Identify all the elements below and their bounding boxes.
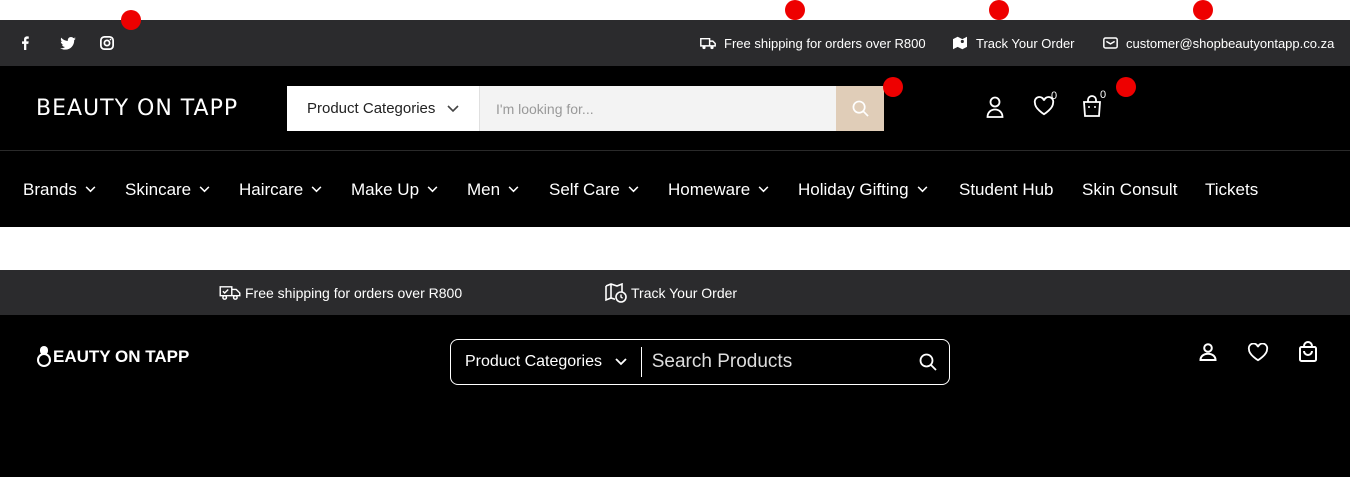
mail-icon: [1103, 37, 1118, 49]
main-header-secondary: EAUTY ON TAPP Product Categories: [0, 315, 1350, 477]
marker-dot: [785, 0, 805, 20]
delivery-truck-icon: [219, 285, 241, 301]
account-button-secondary[interactable]: [1199, 343, 1217, 361]
heart-icon: [1247, 343, 1269, 362]
user-icon: [986, 96, 1004, 118]
track-order-link[interactable]: Track Your Order: [952, 20, 1075, 66]
chevron-down-icon: [311, 186, 322, 193]
main-navigation: Brands Skincare Haircare Make Up Men Sel…: [0, 150, 1350, 227]
chevron-down-icon: [628, 186, 639, 193]
nav-label: Men: [467, 179, 501, 199]
chevron-down-icon: [85, 186, 96, 193]
nav-item-haircare[interactable]: Haircare: [239, 151, 322, 228]
chevron-down-icon: [758, 186, 769, 193]
marker-dot: [989, 0, 1009, 20]
search-button-secondary[interactable]: [907, 342, 949, 382]
twitter-icon[interactable]: [60, 36, 76, 50]
nav-item-make-up[interactable]: Make Up: [351, 151, 438, 228]
logo-text: BEAUTY ON TAPP: [36, 96, 239, 121]
marker-dot: [883, 77, 903, 97]
logo-text-secondary: EAUTY ON TAPP: [53, 347, 190, 366]
facebook-icon[interactable]: [20, 36, 34, 50]
nav-item-men[interactable]: Men: [467, 151, 519, 228]
search-button[interactable]: [836, 86, 884, 131]
search-icon: [852, 100, 869, 117]
map-icon: [952, 36, 968, 50]
category-select[interactable]: Product Categories: [287, 86, 480, 131]
marker-dot: [121, 10, 141, 30]
search-bar: Product Categories: [287, 86, 884, 131]
chevron-down-icon: [199, 186, 210, 193]
search-bar-secondary: Product Categories: [450, 339, 950, 385]
nav-label: Homeware: [668, 179, 751, 199]
main-header: BEAUTY ON TAPP Product Categories 0: [0, 66, 1350, 150]
nav-label: Student Hub: [959, 179, 1054, 199]
nav-label: Skin Consult: [1082, 179, 1178, 199]
social-links: [20, 20, 114, 66]
nav-label: Holiday Gifting: [798, 179, 909, 199]
category-select-secondary[interactable]: Product Categories: [451, 347, 642, 377]
nav-label: Self Care: [549, 179, 620, 199]
free-shipping-notice-secondary: Free shipping for orders over R800: [219, 270, 462, 315]
track-order-text: Track Your Order: [976, 35, 1075, 51]
account-button[interactable]: [986, 96, 1004, 118]
chevron-down-icon: [508, 186, 519, 193]
free-shipping-text: Free shipping for orders over R800: [724, 35, 926, 51]
map-clock-icon: [605, 282, 627, 303]
site-logo-secondary[interactable]: EAUTY ON TAPP: [36, 345, 189, 369]
nav-item-skin-consult[interactable]: Skin Consult: [1082, 151, 1177, 228]
free-shipping-text-secondary: Free shipping for orders over R800: [245, 284, 463, 301]
track-order-text-secondary: Track Your Order: [631, 284, 738, 301]
email-link[interactable]: customer@shopbeautyontapp.co.za: [1103, 20, 1334, 66]
logo-mark: [36, 345, 52, 369]
wishlist-button-secondary[interactable]: [1247, 343, 1269, 362]
cart-button-secondary[interactable]: [1298, 341, 1318, 362]
nav-item-brands[interactable]: Brands: [23, 151, 96, 228]
chevron-down-icon: [917, 186, 928, 193]
user-icon: [1199, 343, 1217, 361]
category-label-secondary: Product Categories: [465, 353, 602, 370]
chevron-down-icon: [447, 104, 459, 113]
nav-item-homeware[interactable]: Homeware: [668, 151, 769, 228]
nav-item-holiday-gifting[interactable]: Holiday Gifting: [798, 151, 928, 228]
instagram-icon[interactable]: [100, 36, 114, 50]
top-bar-secondary: Free shipping for orders over R800 Track…: [0, 270, 1350, 315]
chevron-down-icon: [427, 186, 438, 193]
nav-label: Brands: [23, 179, 77, 199]
nav-label: Make Up: [351, 179, 420, 199]
free-shipping-notice: Free shipping for orders over R800: [700, 20, 926, 66]
shopping-bag-icon: [1298, 341, 1318, 362]
category-label: Product Categories: [307, 100, 436, 117]
site-logo[interactable]: BEAUTY ON TAPP: [36, 96, 238, 121]
marker-dot: [1193, 0, 1213, 20]
nav-label: Tickets: [1205, 179, 1259, 199]
chevron-down-icon: [615, 358, 627, 366]
cart-count: 0: [1100, 89, 1107, 101]
search-input[interactable]: [480, 86, 836, 131]
nav-label: Skincare: [125, 179, 192, 199]
top-bar: Free shipping for orders over R800 Track…: [0, 20, 1350, 66]
nav-label: Haircare: [239, 179, 304, 199]
search-input-secondary[interactable]: [641, 342, 907, 382]
nav-item-student-hub[interactable]: Student Hub: [959, 151, 1054, 228]
truck-icon: [700, 37, 716, 50]
nav-item-self-care[interactable]: Self Care: [549, 151, 639, 228]
nav-item-skincare[interactable]: Skincare: [125, 151, 210, 228]
marker-dot: [1116, 77, 1136, 97]
email-text: customer@shopbeautyontapp.co.za: [1126, 35, 1335, 51]
search-icon: [919, 353, 937, 371]
nav-item-tickets[interactable]: Tickets: [1205, 151, 1258, 228]
track-order-link-secondary[interactable]: Track Your Order: [605, 270, 737, 315]
wishlist-count: 0: [1051, 90, 1058, 102]
